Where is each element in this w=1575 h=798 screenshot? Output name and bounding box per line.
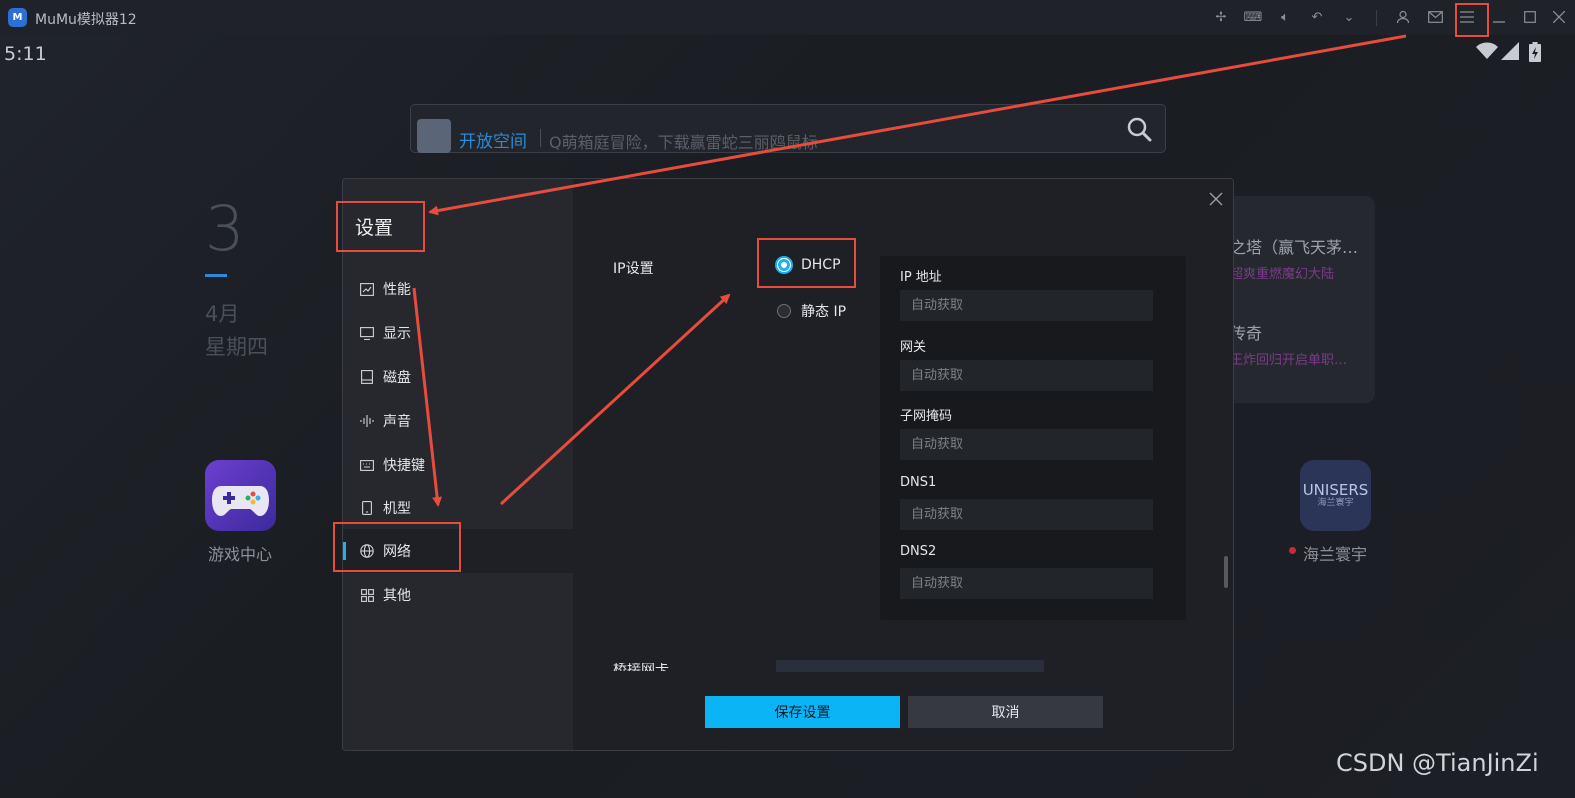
static-ip-radio[interactable]: 静态 IP (777, 301, 846, 321)
keyboard-icon (359, 457, 375, 473)
settings-dialog: 设置 性能 显示 磁盘 声音 快捷键 机型 网络 其他 IP设置 DHCP 静态… (342, 178, 1234, 751)
toolbar-divider (1376, 10, 1377, 26)
chevron-down-icon[interactable]: ⌄ (1340, 8, 1358, 26)
watermark: CSDN @TianJinZi (1336, 749, 1539, 777)
ip-address-input[interactable] (900, 290, 1153, 321)
news-subtitle: 王炸回归开启单职… (1230, 353, 1348, 368)
user-icon[interactable] (1394, 8, 1412, 26)
sidebar-item-shortcuts[interactable]: 快捷键 (343, 443, 573, 487)
chart-icon (359, 281, 375, 297)
search-tag: 开放空间 (459, 132, 527, 152)
window-title: MuMu模拟器12 (35, 12, 137, 28)
search-promo-text: Q萌箱庭冒险，下载赢雷蛇三丽鸥鼠标 (549, 133, 818, 152)
radio-label: DHCP (801, 257, 841, 273)
radio-indicator (777, 304, 791, 318)
active-indicator (343, 542, 346, 560)
subnet-mask-input[interactable] (900, 429, 1153, 460)
sidebar-item-label: 声音 (383, 414, 411, 430)
monitor-icon (359, 325, 375, 341)
save-settings-button[interactable]: 保存设置 (705, 696, 900, 728)
sidebar-item-label: 机型 (383, 501, 411, 517)
status-time: 5:11 (4, 43, 47, 65)
mumu-logo-icon: M (8, 8, 27, 27)
app-label-game-center: 游戏中心 (208, 545, 273, 564)
sidebar-item-other[interactable]: 其他 (343, 573, 573, 617)
radio-label: 静态 IP (801, 304, 847, 320)
sound-icon (359, 413, 375, 429)
bridge-adapter-select[interactable] (776, 660, 1044, 672)
settings-sidebar: 设置 性能 显示 磁盘 声音 快捷键 机型 网络 其他 (343, 179, 573, 750)
date-weekday: 星期四 (205, 335, 268, 359)
app-label-hailan: 海兰寰宇 (1303, 545, 1368, 564)
news-title: 之塔（赢飞天茅… (1230, 238, 1359, 257)
sidebar-item-label: 性能 (383, 282, 411, 298)
sidebar-item-performance[interactable]: 性能 (343, 267, 573, 311)
search-icon[interactable] (1125, 115, 1153, 143)
maximize-icon[interactable] (1521, 8, 1539, 26)
uniseas-logo-subtext: 海兰寰宇 (1317, 497, 1354, 508)
date-month: 4月 (205, 302, 240, 326)
dns1-input[interactable] (900, 499, 1153, 530)
search-divider (540, 129, 541, 147)
search-avatar (417, 119, 451, 153)
signal-icon (1501, 42, 1519, 64)
emulator-screen: M MuMu模拟器12 ✢ ⌨ 🔈︎ ↶ ⌄ 5:11 开放空间 Q萌箱庭冒险，… (0, 0, 1575, 798)
dns1-label: DNS1 (900, 475, 937, 490)
sidebar-item-display[interactable]: 显示 (343, 311, 573, 355)
sidebar-item-disk[interactable]: 磁盘 (343, 355, 573, 399)
dialog-title: 设置 (355, 217, 394, 239)
mail-icon[interactable] (1426, 8, 1444, 26)
date-day: 3 (205, 192, 245, 265)
sidebar-item-label: 其他 (383, 588, 411, 604)
sidebar-item-sound[interactable]: 声音 (343, 399, 573, 443)
volume-icon[interactable]: 🔈︎ (1276, 8, 1294, 26)
content-scrollbar[interactable] (1224, 556, 1228, 588)
sidebar-item-label: 网络 (383, 544, 411, 560)
sidebar-item-label: 快捷键 (383, 458, 425, 474)
dhcp-radio[interactable]: DHCP (777, 257, 841, 273)
wifi-icon (1476, 42, 1498, 64)
keyboard-icon[interactable]: ⌨ (1244, 8, 1263, 26)
radio-indicator (777, 258, 791, 272)
menu-icon[interactable] (1458, 8, 1476, 26)
close-window-icon[interactable] (1550, 8, 1568, 26)
uniseas-app-icon[interactable]: UNISERS 海兰寰宇 (1300, 460, 1371, 531)
cancel-button[interactable]: 取消 (908, 696, 1103, 728)
gateway-label: 网关 (900, 340, 927, 355)
title-bar: M MuMu模拟器12 ✢ ⌨ 🔈︎ ↶ ⌄ (0, 0, 1575, 35)
battery-icon (1529, 42, 1541, 66)
sidebar-item-label: 显示 (383, 326, 411, 342)
sidebar-item-network[interactable]: 网络 (343, 529, 573, 573)
dns2-label: DNS2 (900, 544, 937, 559)
new-badge-dot (1289, 547, 1296, 554)
sidebar-item-device-model[interactable]: 机型 (343, 486, 573, 530)
gamepad-icon[interactable] (205, 460, 276, 531)
ip-fields-panel: IP 地址 网关 子网掩码 DNS1 DNS2 (880, 256, 1186, 620)
ip-settings-label: IP设置 (613, 261, 654, 277)
ip-address-label: IP 地址 (900, 270, 942, 285)
minimize-icon[interactable] (1490, 8, 1508, 26)
close-icon[interactable] (1205, 188, 1227, 210)
disk-icon (359, 369, 375, 385)
dns2-input[interactable] (900, 568, 1153, 599)
back-icon[interactable]: ↶ (1308, 8, 1326, 26)
sidebar-item-label: 磁盘 (383, 370, 411, 386)
bridge-adapter-label: 桥接网卡 (613, 663, 669, 671)
grid-icon (359, 587, 375, 603)
fan-icon[interactable]: ✢ (1212, 8, 1230, 26)
gateway-input[interactable] (900, 360, 1153, 391)
uniseas-logo-text: UNISERS (1302, 481, 1369, 500)
subnet-mask-label: 子网掩码 (900, 409, 953, 424)
phone-icon (359, 500, 375, 516)
news-title: 传奇 (1230, 324, 1263, 343)
globe-icon (359, 543, 375, 559)
desktop-search-bar[interactable]: 开放空间 Q萌箱庭冒险，下载赢雷蛇三丽鸥鼠标 (410, 104, 1166, 153)
date-accent-line (205, 274, 227, 277)
news-subtitle: 超爽重燃魔幻大陆 (1230, 267, 1335, 282)
